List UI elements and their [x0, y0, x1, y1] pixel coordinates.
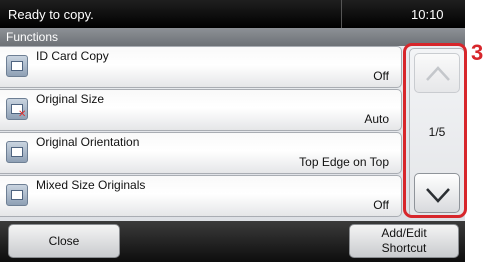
status-bar: Ready to copy. 10:10: [0, 0, 465, 28]
function-item-mixed-size-originals[interactable]: Mixed Size Originals Off: [0, 175, 402, 217]
status-message-area: Ready to copy.: [0, 0, 342, 28]
bottom-bar: Close Add/Edit Shortcut: [0, 221, 465, 262]
button-label-line-2: Shortcut: [381, 241, 427, 255]
copy-panel: Ready to copy. 10:10 Functions ID Card C…: [0, 0, 465, 262]
mixed-size-originals-icon: [6, 184, 28, 206]
add-edit-shortcut-button[interactable]: Add/Edit Shortcut: [349, 224, 459, 258]
button-label-line-1: Add/Edit: [381, 226, 427, 240]
function-value: Off: [373, 69, 389, 83]
close-button[interactable]: Close: [8, 224, 120, 258]
step-number: 3: [471, 40, 484, 65]
function-label: Original Orientation: [36, 135, 140, 149]
function-label: Original Size: [36, 92, 105, 106]
function-item-id-card-copy[interactable]: ID Card Copy Off: [0, 46, 402, 88]
original-orientation-icon: [6, 141, 28, 163]
function-value: Auto: [364, 112, 389, 126]
function-value: Top Edge on Top: [299, 155, 389, 169]
original-size-icon: ✕: [6, 98, 28, 120]
status-message: Ready to copy.: [8, 7, 94, 22]
function-list: ID Card Copy Off ✕ Original Size Auto Or…: [0, 46, 402, 218]
function-value: Off: [373, 198, 389, 212]
page-title: Functions: [6, 30, 59, 44]
id-card-copy-icon: [6, 55, 28, 77]
function-label: Mixed Size Originals: [36, 178, 146, 192]
clock: 10:10: [411, 7, 444, 22]
function-item-original-orientation[interactable]: Original Orientation Top Edge on Top: [0, 132, 402, 174]
function-label: ID Card Copy: [36, 49, 109, 63]
callout-highlight-box: [403, 43, 467, 218]
function-item-original-size[interactable]: ✕ Original Size Auto: [0, 89, 402, 131]
title-bar: Functions: [0, 28, 465, 46]
